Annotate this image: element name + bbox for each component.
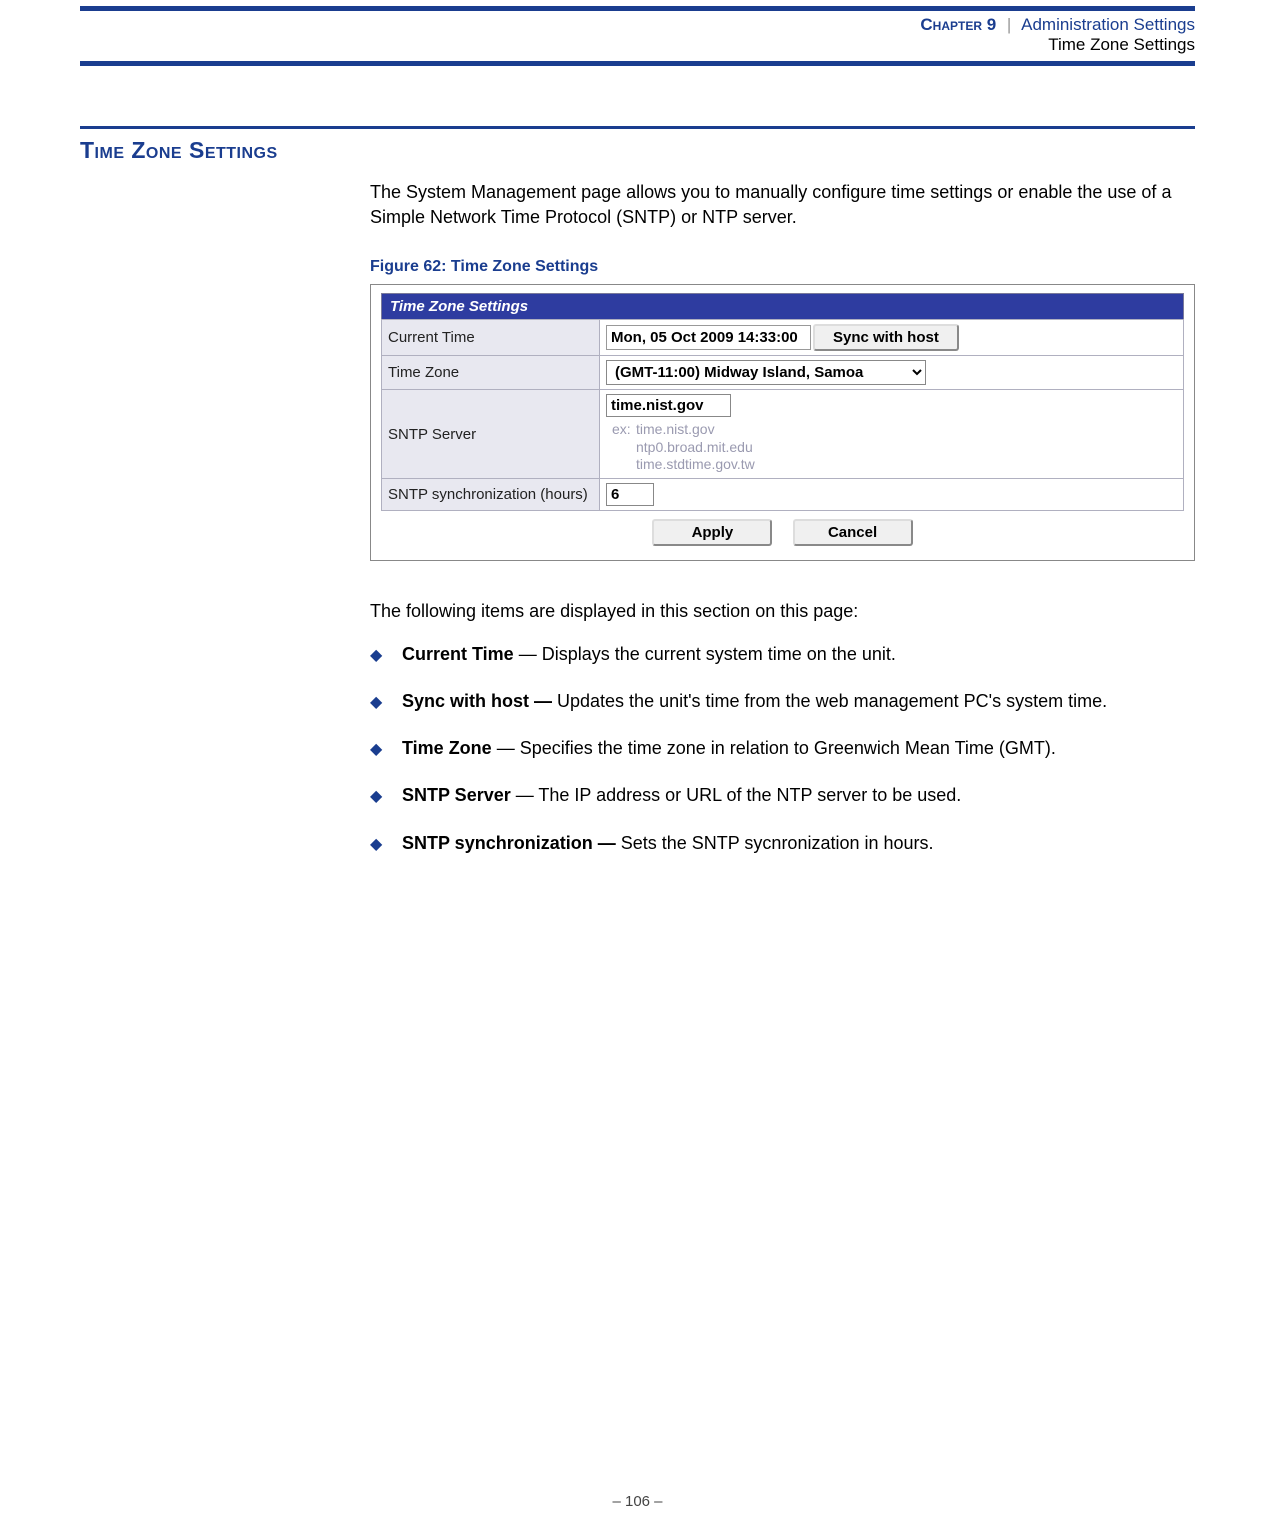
- sntp-examples: ex:time.nist.gov ntp0.broad.mit.edu time…: [612, 421, 1177, 474]
- row-sntp-server: SNTP Server ex:time.nist.gov ntp0.broad.…: [382, 390, 1184, 479]
- current-time-input[interactable]: [606, 325, 811, 350]
- list-item: ◆ Current Time — Displays the current sy…: [370, 642, 1195, 667]
- label-time-zone: Time Zone: [382, 356, 600, 390]
- intro-paragraph: The System Management page allows you to…: [370, 180, 1195, 230]
- label-sntp-sync: SNTP synchronization (hours): [382, 478, 600, 510]
- header-chapter: Chapter 9: [920, 15, 996, 34]
- row-sntp-sync: SNTP synchronization (hours): [382, 478, 1184, 510]
- row-current-time: Current Time Sync with host: [382, 320, 1184, 356]
- sntp-sync-input[interactable]: [606, 483, 654, 506]
- settings-table: Current Time Sync with host Time Zone: [381, 319, 1184, 511]
- figure-caption: Figure 62: Time Zone Settings: [370, 258, 1195, 276]
- list-intro: The following items are displayed in thi…: [370, 601, 1195, 622]
- header-separator: |: [1007, 15, 1011, 34]
- diamond-icon: ◆: [370, 692, 382, 714]
- diamond-icon: ◆: [370, 786, 382, 808]
- sync-with-host-button[interactable]: Sync with host: [813, 324, 959, 351]
- diamond-icon: ◆: [370, 739, 382, 761]
- diamond-icon: ◆: [370, 834, 382, 856]
- list-item: ◆ SNTP Server — The IP address or URL of…: [370, 783, 1195, 808]
- page-header: Chapter 9 | Administration Settings Time…: [80, 6, 1195, 66]
- diamond-icon: ◆: [370, 645, 382, 667]
- label-sntp-server: SNTP Server: [382, 390, 600, 479]
- list-item: ◆ Sync with host — Updates the unit's ti…: [370, 689, 1195, 714]
- page-footer: – 106 –: [0, 1493, 1275, 1510]
- header-subtitle: Time Zone Settings: [80, 35, 1195, 55]
- figure-frame: Time Zone Settings Current Time Sync wit…: [370, 284, 1195, 561]
- apply-button[interactable]: Apply: [652, 519, 772, 546]
- bullet-list: ◆ Current Time — Displays the current sy…: [370, 642, 1195, 856]
- row-time-zone: Time Zone (GMT-11:00) Midway Island, Sam…: [382, 356, 1184, 390]
- list-item: ◆ Time Zone — Specifies the time zone in…: [370, 736, 1195, 761]
- section-rule: [80, 126, 1195, 129]
- label-current-time: Current Time: [382, 320, 600, 356]
- cancel-button[interactable]: Cancel: [793, 519, 913, 546]
- sntp-server-input[interactable]: [606, 394, 731, 417]
- header-admin-settings: Administration Settings: [1021, 15, 1195, 34]
- section-heading: Time Zone Settings: [80, 137, 1195, 164]
- list-item: ◆ SNTP synchronization — Sets the SNTP s…: [370, 831, 1195, 856]
- panel-title: Time Zone Settings: [381, 293, 1184, 319]
- time-zone-select[interactable]: (GMT-11:00) Midway Island, Samoa: [606, 360, 926, 385]
